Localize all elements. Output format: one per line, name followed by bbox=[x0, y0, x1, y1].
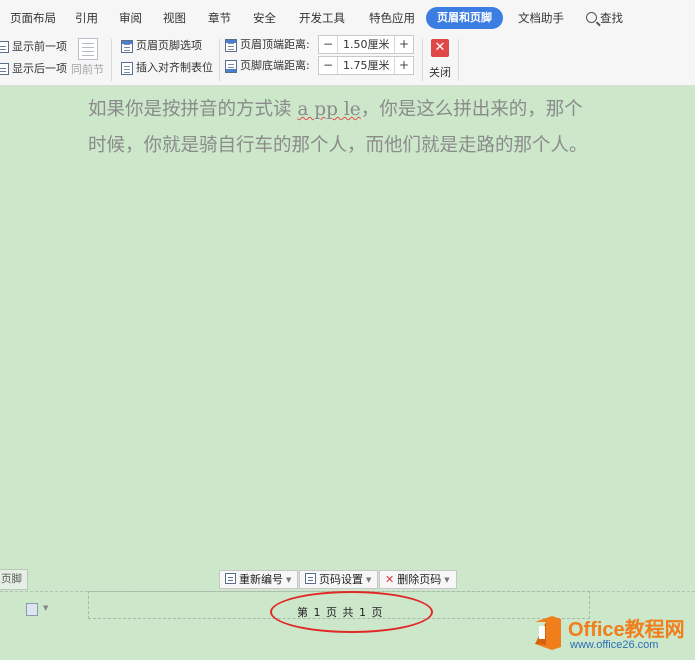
search-icon bbox=[586, 12, 597, 23]
highlight-ellipse bbox=[270, 591, 433, 633]
tab-security[interactable]: 安全 bbox=[253, 8, 276, 28]
toolbar-divider bbox=[111, 39, 112, 81]
tab-references[interactable]: 引用 bbox=[75, 8, 98, 28]
footer-bottom-decrease-button[interactable]: − bbox=[319, 57, 337, 74]
footer-bottom-label-text: 页脚底端距离: bbox=[240, 59, 310, 72]
chevron-down-icon: ▼ bbox=[444, 576, 450, 584]
header-top-distance-label: 页眉顶端距离: bbox=[225, 36, 310, 54]
footer-tag: 页脚 bbox=[0, 569, 28, 590]
document-line-2: 时候，你就是骑自行车的那个人，而他们就是走路的那个人。 bbox=[88, 135, 588, 156]
show-previous-button[interactable]: 显示前一项 bbox=[0, 38, 67, 56]
header-top-distance-spinner[interactable]: − 1.50厘米 + bbox=[318, 35, 414, 54]
footer-bottom-icon bbox=[225, 59, 237, 73]
footer-bottom-distance-input[interactable]: 1.75厘米 bbox=[337, 57, 395, 74]
watermark-logo: Office教程网 www.office26.com bbox=[530, 613, 695, 660]
insert-align-tab-button[interactable]: 插入对齐制表位 bbox=[121, 59, 213, 77]
show-previous-icon bbox=[0, 41, 9, 53]
renumber-button[interactable]: 重新编号 ▼ bbox=[219, 570, 299, 589]
tab-review[interactable]: 审阅 bbox=[119, 8, 142, 28]
tab-special-apps[interactable]: 特色应用 bbox=[369, 8, 415, 28]
delete-icon: ✕ bbox=[385, 573, 395, 586]
close-button[interactable]: 关闭 bbox=[429, 64, 451, 80]
header-top-distance-input[interactable]: 1.50厘米 bbox=[337, 36, 395, 53]
tab-view[interactable]: 视图 bbox=[163, 8, 186, 28]
header-footer-options-label: 页眉页脚选项 bbox=[136, 39, 202, 52]
page-number-settings-button[interactable]: 页码设置 ▼ bbox=[299, 570, 379, 589]
page-settings-icon bbox=[305, 573, 316, 584]
tab-header-footer[interactable]: 页眉和页脚 bbox=[426, 7, 503, 29]
document-text: ，你是这么拼出来的，那个 bbox=[360, 99, 583, 120]
insert-align-tab-label: 插入对齐制表位 bbox=[136, 61, 213, 74]
show-next-icon bbox=[0, 63, 9, 75]
toolbar-divider bbox=[219, 39, 220, 81]
close-icon[interactable]: ✕ bbox=[431, 39, 449, 57]
tab-developer-tools[interactable]: 开发工具 bbox=[299, 8, 345, 28]
toolbar-divider bbox=[422, 39, 423, 81]
chevron-down-icon[interactable]: ▼ bbox=[43, 604, 48, 612]
header-top-increase-button[interactable]: + bbox=[395, 36, 413, 53]
header-top-icon bbox=[225, 38, 237, 52]
find-button[interactable]: 查找 bbox=[586, 8, 623, 28]
header-footer-options-icon bbox=[121, 39, 133, 53]
chevron-down-icon: ▼ bbox=[366, 576, 372, 584]
footer-bottom-distance-spinner[interactable]: − 1.75厘米 + bbox=[318, 56, 414, 75]
tab-doc-assistant[interactable]: 文档助手 bbox=[518, 8, 564, 28]
header-top-decrease-button[interactable]: − bbox=[319, 36, 337, 53]
insert-align-tab-icon bbox=[121, 61, 133, 75]
show-previous-label: 显示前一项 bbox=[12, 40, 67, 53]
document-text: 如果你是按拼音的方式读 bbox=[88, 99, 298, 120]
header-footer-options-button[interactable]: 页眉页脚选项 bbox=[121, 37, 202, 55]
show-next-label: 显示后一项 bbox=[12, 62, 67, 75]
ribbon-toolbar: 显示前一项 显示后一项 同前节 页眉页脚选项 插入对齐制表位 页眉顶端距离: −… bbox=[0, 34, 695, 86]
renumber-icon bbox=[225, 573, 236, 584]
delete-page-number-label: 删除页码 bbox=[397, 573, 442, 586]
same-as-previous-icon bbox=[78, 38, 98, 60]
document-body[interactable]: 如果你是按拼音的方式读 a pp le，你是这么拼出来的，那个 时候，你就是骑自… bbox=[88, 92, 608, 164]
tab-section[interactable]: 章节 bbox=[208, 8, 231, 28]
footer-bottom-distance-label: 页脚底端距离: bbox=[225, 57, 310, 75]
ribbon-tab-bar: 页面布局 引用 审阅 视图 章节 安全 开发工具 特色应用 页眉和页脚 文档助手… bbox=[0, 0, 695, 34]
show-next-button[interactable]: 显示后一项 bbox=[0, 60, 67, 78]
spelling-error-word: a pp le bbox=[297, 99, 361, 120]
chevron-down-icon: ▼ bbox=[286, 576, 292, 584]
renumber-label: 重新编号 bbox=[239, 573, 283, 586]
toolbar-divider bbox=[458, 39, 459, 81]
watermark-title: Office教程网 bbox=[568, 619, 685, 641]
page-number-settings-label: 页码设置 bbox=[319, 573, 363, 586]
same-as-previous-label: 同前节 bbox=[71, 63, 104, 76]
tab-page-layout[interactable]: 页面布局 bbox=[10, 8, 56, 28]
footer-bottom-increase-button[interactable]: + bbox=[395, 57, 413, 74]
page-number-insert-icon[interactable] bbox=[26, 603, 38, 616]
watermark-url: www.office26.com bbox=[570, 639, 659, 651]
header-top-label-text: 页眉顶端距离: bbox=[240, 38, 310, 51]
find-label: 查找 bbox=[600, 11, 623, 25]
delete-page-number-button[interactable]: ✕ 删除页码 ▼ bbox=[379, 570, 457, 589]
same-as-previous-button[interactable]: 同前节 bbox=[71, 61, 104, 79]
document-line-1: 如果你是按拼音的方式读 a pp le，你是这么拼出来的，那个 bbox=[88, 92, 608, 128]
office-logo-icon bbox=[535, 616, 561, 650]
